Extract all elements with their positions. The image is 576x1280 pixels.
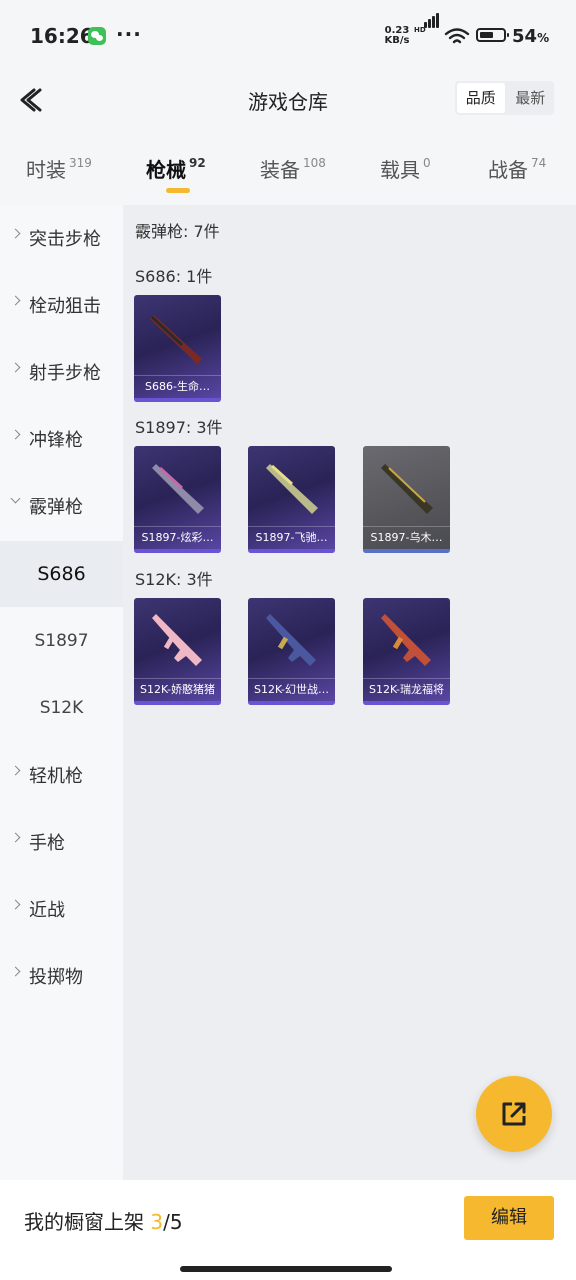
weapon-category-sidebar: 突击步枪 栓动狙击 射手步枪 冲锋枪 霰弹枪 S686 S1897 S12K 轻… <box>0 205 123 1180</box>
shotgun-icon <box>381 464 433 514</box>
group-label-s12k: S12K: 3件 <box>135 570 213 589</box>
chevron-right-icon <box>10 429 21 440</box>
sidebar-item-marksman-rifle[interactable]: 射手步枪 <box>0 339 123 405</box>
rifle-icon <box>266 614 316 666</box>
sidebar-subitem-s686[interactable]: S686 <box>0 541 123 607</box>
status-time: 16:26 <box>30 24 94 48</box>
sidebar-item-melee[interactable]: 近战 <box>0 876 123 942</box>
status-bar: 16:26 ··· 0.23 KB/s HD 54% <box>0 0 576 72</box>
sort-by-quality-button[interactable]: 品质 <box>457 83 505 113</box>
home-indicator[interactable] <box>180 1266 392 1272</box>
sidebar-item-throwables[interactable]: 投掷物 <box>0 943 123 1009</box>
sidebar-subitem-s1897[interactable]: S1897 <box>0 608 123 674</box>
sidebar-item-pistol[interactable]: 手枪 <box>0 809 123 875</box>
share-icon <box>502 1102 526 1126</box>
chevron-right-icon <box>10 765 21 776</box>
weapon-card-s1897-1[interactable]: S1897-炫彩… <box>134 446 221 553</box>
rifle-icon <box>381 614 431 666</box>
chevron-down-icon <box>10 493 21 504</box>
sidebar-item-assault-rifle[interactable]: 突击步枪 <box>0 205 123 271</box>
weapon-grid: 霰弹枪: 7件 S686: 1件 S686-生命… S1897: 3件 S189… <box>123 205 576 1180</box>
active-tab-indicator <box>166 188 190 193</box>
sidebar-item-smg[interactable]: 冲锋枪 <box>0 406 123 472</box>
category-tabs: 时装 319 枪械 92 装备 108 载具 0 战备 74 <box>0 140 576 200</box>
battery-percentage: 54% <box>512 26 550 47</box>
tab-firearms[interactable]: 枪械 92 <box>146 154 206 183</box>
sidebar-item-bolt-sniper[interactable]: 栓动狙击 <box>0 272 123 338</box>
showcase-status: 我的橱窗上架 3/5 <box>24 1210 183 1234</box>
tab-outfits[interactable]: 时装 319 <box>26 154 92 183</box>
shotgun-icon <box>150 315 202 365</box>
shotgun-icon <box>266 464 318 514</box>
weapon-card-s1897-2[interactable]: S1897-飞驰… <box>248 446 335 553</box>
share-button[interactable] <box>476 1076 552 1152</box>
weapon-card-s12k-3[interactable]: S12K-瑞龙福将 <box>363 598 450 705</box>
chevron-right-icon <box>10 228 21 239</box>
more-notifications-icon: ··· <box>116 22 142 46</box>
sidebar-item-lmg[interactable]: 轻机枪 <box>0 742 123 808</box>
wechat-notification-icon <box>88 27 106 45</box>
group-label-s686: S686: 1件 <box>135 267 213 286</box>
cellular-signal-icon: HD <box>414 13 440 46</box>
weapon-card-s1897-3[interactable]: S1897-乌木… <box>363 446 450 553</box>
sidebar-subitem-s12k[interactable]: S12K <box>0 675 123 741</box>
battery-icon <box>476 28 509 42</box>
chevron-right-icon <box>10 966 21 977</box>
shotgun-icon <box>152 464 204 514</box>
bottom-bar: 我的橱窗上架 3/5 编辑 <box>0 1180 576 1280</box>
rifle-icon <box>152 614 202 666</box>
chevron-right-icon <box>10 362 21 373</box>
header: 游戏仓库 品质 最新 <box>0 72 576 128</box>
tab-vehicles[interactable]: 载具 0 <box>380 154 431 183</box>
weapon-card-s12k-1[interactable]: S12K-娇憨猪猪 <box>134 598 221 705</box>
sort-toggle: 品质 最新 <box>455 81 554 115</box>
category-summary: 霰弹枪: 7件 <box>135 222 220 241</box>
weapon-card-s12k-2[interactable]: S12K-幻世战… <box>248 598 335 705</box>
chevron-right-icon <box>10 832 21 843</box>
weapon-card-s686[interactable]: S686-生命… <box>134 295 221 402</box>
edit-button[interactable]: 编辑 <box>464 1196 554 1240</box>
tab-combat-gear[interactable]: 战备 74 <box>488 154 546 183</box>
tab-equipment[interactable]: 装备 108 <box>260 154 326 183</box>
chevron-right-icon <box>10 295 21 306</box>
sort-by-newest-button[interactable]: 最新 <box>507 81 555 115</box>
group-label-s1897: S1897: 3件 <box>135 418 223 437</box>
chevron-right-icon <box>10 899 21 910</box>
network-speed: 0.23 KB/s <box>384 25 410 46</box>
wifi-icon <box>444 28 470 44</box>
sidebar-item-shotgun[interactable]: 霰弹枪 <box>0 473 123 539</box>
